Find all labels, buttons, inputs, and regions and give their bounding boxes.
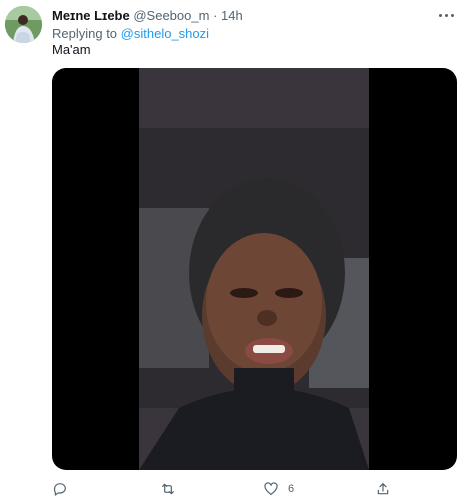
separator: ·: [213, 8, 218, 23]
timestamp[interactable]: 14h: [221, 8, 243, 23]
more-icon[interactable]: [437, 7, 455, 23]
avatar-image: [5, 6, 42, 43]
author-name[interactable]: Meɪne Lɪebe: [52, 8, 130, 23]
replying-to-link[interactable]: @sithelo_shozi: [121, 26, 209, 41]
retweet-icon: [162, 483, 174, 495]
retweet-button[interactable]: [160, 478, 185, 500]
tweet-actions: 6: [52, 478, 457, 500]
reply-button[interactable]: [52, 478, 77, 500]
tweet-text: Ma'am: [52, 42, 91, 57]
like-button[interactable]: 6: [263, 478, 294, 500]
share-icon: [377, 483, 389, 495]
video-still: [139, 68, 369, 470]
avatar[interactable]: [5, 6, 42, 43]
tweet-header: Meɪne Lɪebe @Seeboo_m · 14h: [52, 7, 457, 25]
video-frame: [139, 68, 369, 470]
replying-prefix: Replying to: [52, 26, 118, 41]
like-icon: [264, 482, 278, 495]
author-handle[interactable]: @Seeboo_m: [133, 8, 209, 23]
share-button[interactable]: [375, 478, 400, 500]
replying-to: Replying to @sithelo_shozi: [52, 26, 209, 42]
reply-icon: [53, 483, 66, 496]
tweet[interactable]: Meɪne Lɪebe @Seeboo_m · 14h Replying to …: [0, 0, 467, 502]
video-player[interactable]: [52, 68, 457, 470]
like-count: 6: [288, 483, 295, 495]
